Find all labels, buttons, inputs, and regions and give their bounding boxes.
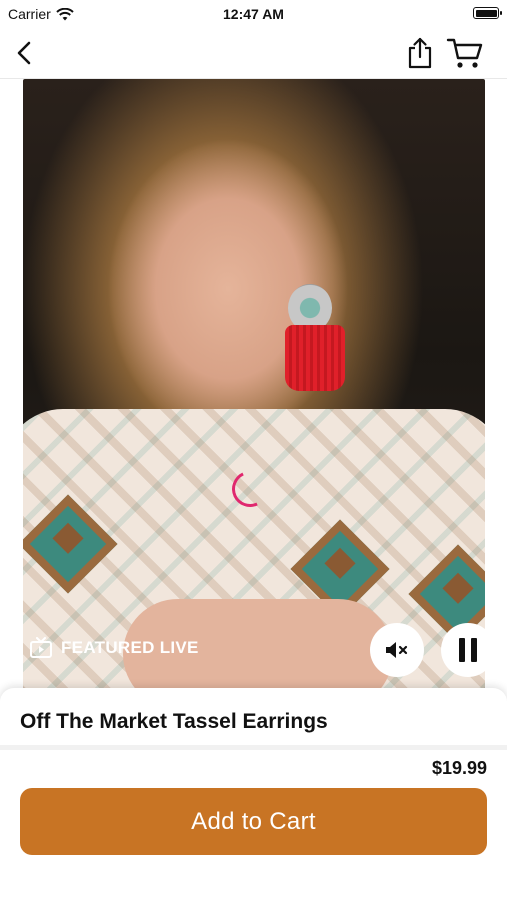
product-title: Off The Market Tassel Earrings xyxy=(20,710,328,733)
pause-icon xyxy=(459,638,465,662)
video-frame-tassel xyxy=(285,325,345,391)
back-button[interactable] xyxy=(10,38,40,68)
divider xyxy=(0,745,507,750)
nav-bar xyxy=(0,28,507,79)
pause-icon-bar xyxy=(471,638,477,662)
product-sheet: Off The Market Tassel Earrings $19.99 Ad… xyxy=(0,688,507,900)
product-price: $19.99 xyxy=(431,758,487,778)
cart-button[interactable] xyxy=(446,36,484,70)
tv-icon xyxy=(30,637,52,658)
share-icon xyxy=(408,37,432,69)
status-time: 12:47 AM xyxy=(223,6,284,22)
share-button[interactable] xyxy=(404,36,436,70)
status-bar: Carrier 12:47 AM xyxy=(0,0,507,28)
featured-live-label: FEATURED LIVE xyxy=(61,638,199,657)
cart-icon xyxy=(446,38,483,68)
back-chevron-icon xyxy=(17,41,31,65)
add-to-cart-button[interactable]: Add to Cart xyxy=(20,788,487,855)
live-video-player[interactable]: FEATURED LIVE xyxy=(23,79,485,689)
mute-icon xyxy=(386,642,408,658)
battery-icon xyxy=(473,7,502,19)
mute-button[interactable] xyxy=(370,623,424,677)
featured-live-badge: FEATURED LIVE xyxy=(29,637,199,659)
